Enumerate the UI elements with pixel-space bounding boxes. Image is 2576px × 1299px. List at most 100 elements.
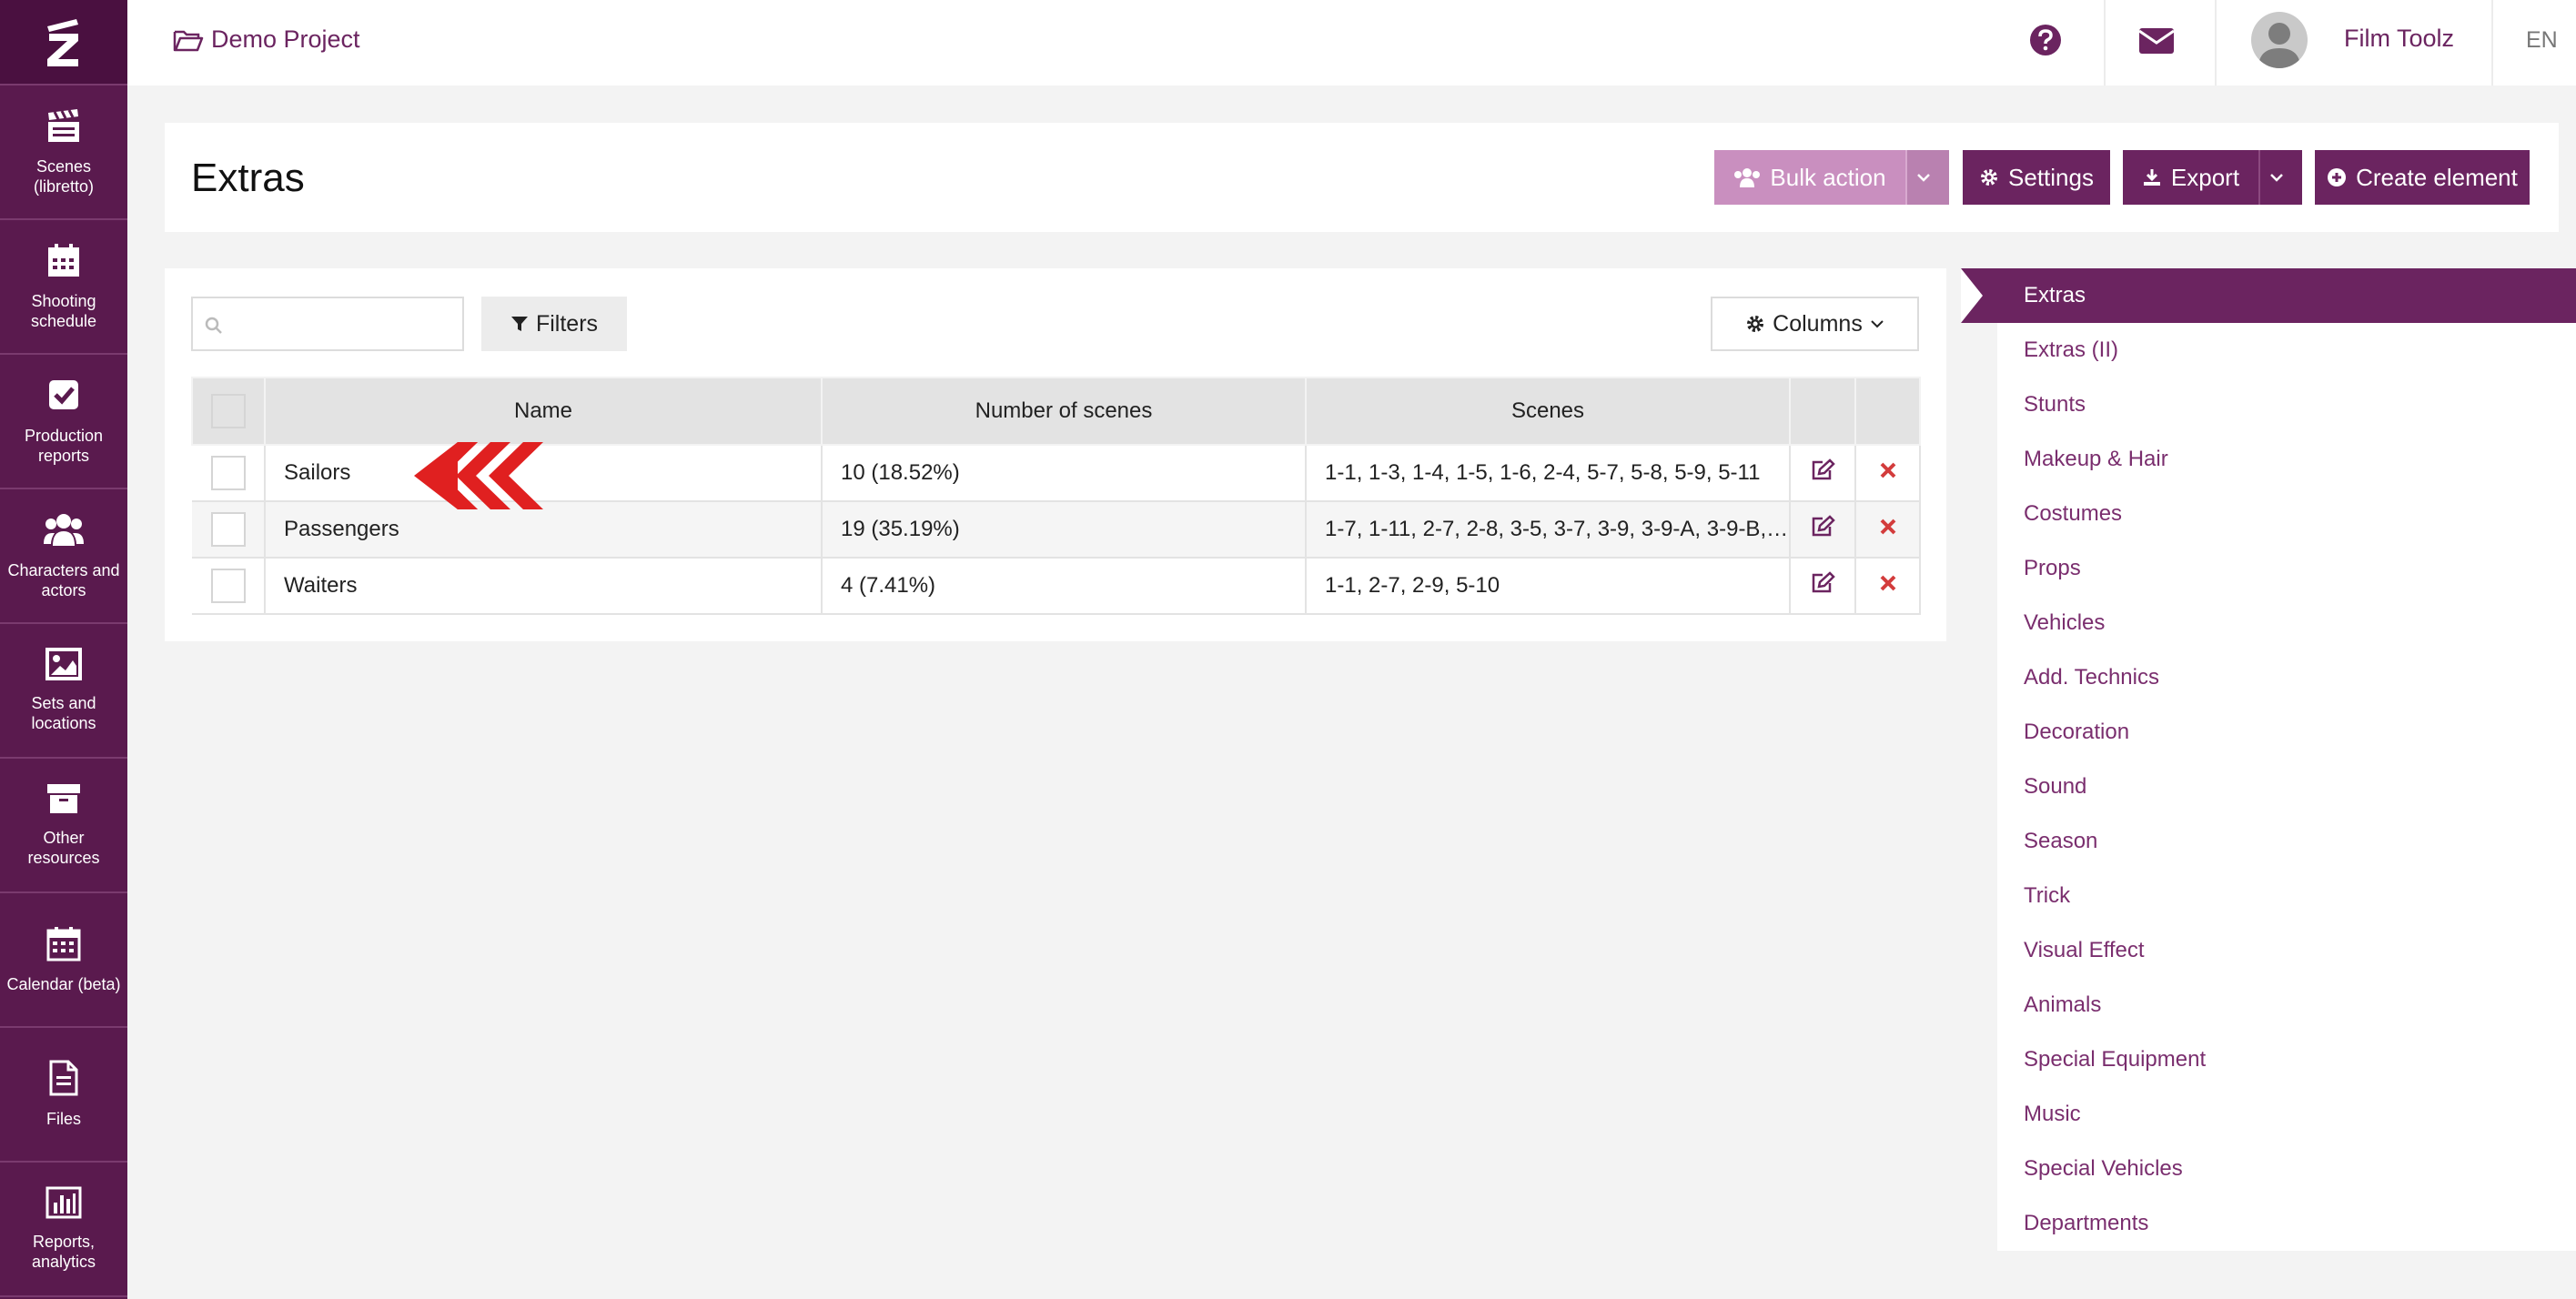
category-sound[interactable]: Sound: [2024, 774, 2086, 800]
sidebar-item-sets-locations[interactable]: Sets and locations: [0, 624, 127, 759]
delete-cell[interactable]: [1855, 558, 1921, 615]
sidebar: Scenes (libretto) Shooting schedule Prod…: [0, 0, 127, 1299]
edit-icon[interactable]: [1810, 458, 1835, 482]
sidebar-item-label: Reports, analytics: [31, 1233, 96, 1271]
calendar-icon: [48, 244, 79, 277]
chevron-down-icon: [1917, 174, 1930, 182]
bulk-action-label: Bulk action: [1770, 163, 1886, 191]
category-stunts[interactable]: Stunts: [2024, 392, 2086, 418]
sidebar-item-production-reports[interactable]: Production reports: [0, 355, 127, 489]
language-selector[interactable]: EN: [2526, 27, 2558, 54]
count-cell: 19 (35.19%): [822, 501, 1307, 559]
sidebar-item-label: Calendar (beta): [6, 975, 121, 993]
sidebar-item-characters[interactable]: Characters and actors: [0, 489, 127, 624]
help-button[interactable]: [2029, 24, 2062, 61]
sidebar-item-files[interactable]: Files: [0, 1028, 127, 1163]
question-icon: [2030, 25, 2061, 55]
close-icon[interactable]: [1879, 461, 1897, 479]
export-dropdown[interactable]: [2258, 150, 2302, 205]
columns-button[interactable]: Columns: [1711, 297, 1919, 351]
category-extras[interactable]: Extras: [2024, 283, 2086, 308]
sidebar-item-label: Sets and locations: [31, 694, 96, 732]
category-special-equipment[interactable]: Special Equipment: [2024, 1047, 2206, 1072]
category-visual-effect[interactable]: Visual Effect: [2024, 938, 2145, 963]
chevron-down-icon: [2270, 174, 2283, 182]
table-row[interactable]: Passengers 19 (35.19%) 1-7, 1-11, 2-7, 2…: [192, 501, 1921, 559]
project-breadcrumb[interactable]: Demo Project: [173, 25, 360, 54]
delete-cell[interactable]: [1855, 501, 1921, 559]
edit-icon[interactable]: [1810, 514, 1835, 539]
category-animals[interactable]: Animals: [2024, 992, 2101, 1018]
row-select-cell[interactable]: [192, 445, 266, 502]
category-vehicles[interactable]: Vehicles: [2024, 610, 2105, 636]
top-bar: Demo Project Film Toolz EN: [127, 0, 2576, 86]
row-checkbox[interactable]: [210, 512, 246, 547]
table-row[interactable]: Waiters 4 (7.41%) 1-1, 2-7, 2-9, 5-10: [192, 558, 1921, 615]
table-header-row: Name Number of scenes Scenes: [191, 377, 1921, 446]
download-icon: [2143, 169, 2160, 186]
columns-label: Columns: [1773, 310, 1863, 337]
export-button[interactable]: Export: [2123, 150, 2258, 205]
avatar[interactable]: [2251, 12, 2308, 68]
row-select-cell[interactable]: [192, 558, 266, 615]
edit-cell[interactable]: [1790, 558, 1856, 615]
name-cell[interactable]: Passengers: [265, 501, 823, 559]
close-icon[interactable]: [1879, 518, 1897, 536]
users-icon: [1734, 168, 1761, 187]
export-label: Export: [2170, 163, 2240, 191]
delete-cell[interactable]: [1855, 445, 1921, 502]
bulk-action-button[interactable]: Bulk action: [1714, 150, 1905, 205]
clapperboard-icon: [48, 109, 79, 142]
category-trick[interactable]: Trick: [2024, 883, 2070, 909]
scenes-cell: 1-7, 1-11, 2-7, 2-8, 3-5, 3-7, 3-9, 3-9-…: [1306, 501, 1791, 559]
category-add-technics[interactable]: Add. Technics: [2024, 665, 2159, 690]
category-departments[interactable]: Departments: [2024, 1211, 2148, 1236]
close-icon[interactable]: [1879, 574, 1897, 592]
column-header-count[interactable]: Number of scenes: [821, 377, 1307, 446]
edit-cell[interactable]: [1790, 501, 1856, 559]
messages-button[interactable]: [2138, 27, 2175, 59]
row-select-cell[interactable]: [192, 501, 266, 559]
column-header-scenes[interactable]: Scenes: [1305, 377, 1791, 446]
app-logo[interactable]: [0, 0, 127, 86]
select-all-checkbox[interactable]: [211, 394, 246, 428]
count-cell: 10 (18.52%): [822, 445, 1307, 502]
edit-icon[interactable]: [1810, 570, 1835, 595]
bulk-action-dropdown[interactable]: [1905, 150, 1949, 205]
category-season[interactable]: Season: [2024, 829, 2097, 854]
sidebar-item-scenes[interactable]: Scenes (libretto): [0, 86, 127, 220]
settings-button[interactable]: Settings: [1963, 150, 2110, 205]
category-extras-ii[interactable]: Extras (II): [2024, 337, 2118, 363]
chevron-down-icon: [1871, 320, 1884, 328]
pointer-arrows-icon: [414, 442, 543, 509]
column-header-name[interactable]: Name: [264, 377, 823, 446]
sidebar-item-reports[interactable]: Reports, analytics: [0, 1163, 127, 1297]
category-music[interactable]: Music: [2024, 1102, 2081, 1127]
divider: [2215, 0, 2217, 86]
column-header-edit: [1789, 377, 1856, 446]
category-decoration[interactable]: Decoration: [2024, 720, 2129, 745]
row-checkbox[interactable]: [210, 456, 246, 490]
category-props[interactable]: Props: [2024, 556, 2081, 581]
category-special-vehicles[interactable]: Special Vehicles: [2024, 1156, 2183, 1182]
plus-circle-icon: [2328, 168, 2347, 186]
search-input[interactable]: [233, 298, 460, 349]
edit-cell[interactable]: [1790, 445, 1856, 502]
create-element-button[interactable]: Create element: [2315, 150, 2530, 205]
calendar-grid-icon: [46, 927, 81, 962]
name-cell[interactable]: Waiters: [265, 558, 823, 615]
user-name[interactable]: Film Toolz: [2344, 25, 2454, 53]
sidebar-item-other-resources[interactable]: Other resources: [0, 759, 127, 893]
sidebar-item-calendar[interactable]: Calendar (beta): [0, 893, 127, 1028]
sidebar-item-label: Production reports: [24, 427, 104, 465]
category-costumes[interactable]: Costumes: [2024, 501, 2122, 527]
filters-button[interactable]: Filters: [481, 297, 627, 351]
row-checkbox[interactable]: [210, 569, 246, 603]
sidebar-item-shooting-schedule[interactable]: Shooting schedule: [0, 220, 127, 355]
select-all-cell[interactable]: [191, 377, 266, 446]
category-makeup-hair[interactable]: Makeup & Hair: [2024, 447, 2168, 472]
settings-label: Settings: [2008, 163, 2094, 191]
scenes-cell: 1-1, 1-3, 1-4, 1-5, 1-6, 2-4, 5-7, 5-8, …: [1306, 445, 1791, 502]
search-box[interactable]: [191, 297, 464, 351]
logo-icon: [47, 19, 78, 66]
